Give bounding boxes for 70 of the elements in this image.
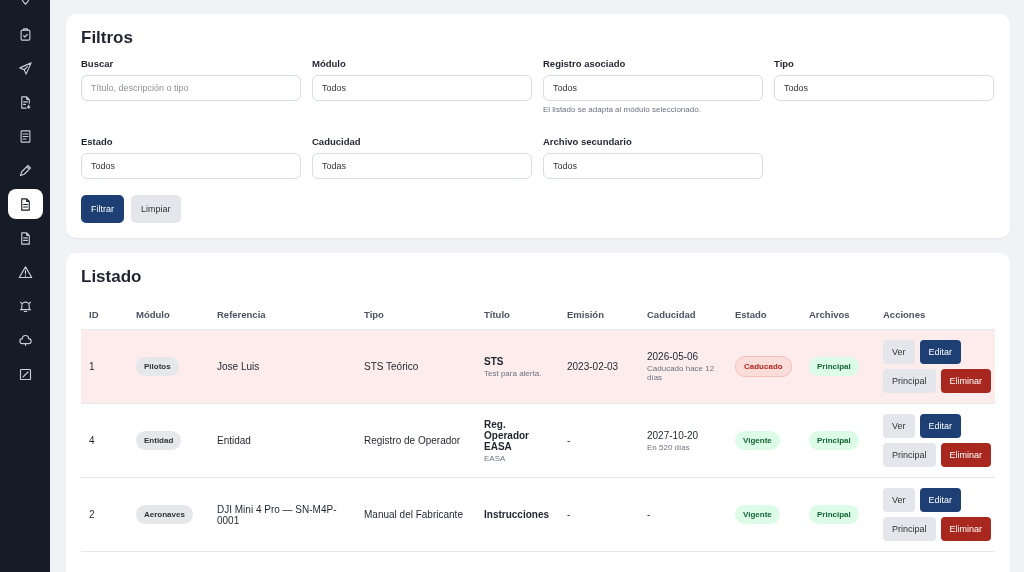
table-cell: 1 <box>81 330 128 404</box>
action-button[interactable]: Principal <box>883 443 936 467</box>
delete-button[interactable]: Eliminar <box>940 517 992 541</box>
select-field[interactable]: Todas <box>312 153 532 179</box>
action-button[interactable]: Ver <box>883 340 915 364</box>
cloud-icon <box>17 332 33 348</box>
document-subtitle: EASA <box>484 453 506 463</box>
select-field[interactable]: Todos <box>312 75 532 101</box>
bell-icon <box>17 298 33 314</box>
table-cell: Manual del Fabricante <box>356 478 476 552</box>
select-field[interactable]: Todos <box>774 75 994 101</box>
delete-button[interactable]: Eliminar <box>940 443 992 467</box>
edit-button[interactable]: Editar <box>919 340 962 364</box>
table-cell: STS Teórico <box>356 330 476 404</box>
field-label: Estado <box>81 136 114 147</box>
status-tag: Vigente <box>735 505 780 524</box>
document-lines-icon <box>17 128 33 144</box>
file-tag: Principal <box>809 505 859 524</box>
expiry-date: 2027-10-20 <box>647 429 699 441</box>
table-cell: - <box>559 478 639 552</box>
field-label: Módulo <box>312 58 347 69</box>
select-field[interactable]: Todos <box>543 75 763 101</box>
delete-button[interactable]: Eliminar <box>940 369 992 393</box>
filter-button[interactable]: Filtrar <box>81 195 124 223</box>
field-hint: El listado se adapta al módulo seleccionado. <box>543 105 702 114</box>
file-tag: Principal <box>809 357 859 376</box>
field-label: Archivo secundario <box>543 136 633 147</box>
table-cell: 2 <box>81 478 128 552</box>
expiry-date: - <box>647 509 651 520</box>
document-title: Reg. Operador EASA <box>484 418 530 452</box>
document-title: STS <box>484 355 504 367</box>
table-cell: - <box>559 404 639 478</box>
table-cell: Entidad <box>209 404 356 478</box>
select-field[interactable]: Todos <box>81 153 301 179</box>
table-cell: Registro de Operador <box>356 404 476 478</box>
action-button[interactable]: Principal <box>883 517 936 541</box>
field-label: Caducidad <box>312 136 362 147</box>
table-cell: 4 <box>81 404 128 478</box>
warning-icon <box>17 264 33 280</box>
expiry-date: 2026-05-06 <box>647 351 699 362</box>
edit-button[interactable]: Editar <box>919 488 962 512</box>
table-cell: Jose Luis <box>209 330 356 404</box>
module-tag: Aeronaves <box>136 505 193 524</box>
document-title: Instrucciones <box>484 509 550 520</box>
table-cell: 2023-02-03 <box>559 330 639 404</box>
square-slash-icon <box>17 366 33 382</box>
field-label: Buscar <box>81 58 115 69</box>
expiry-note: Caducado hace 12 días <box>647 364 716 382</box>
action-button[interactable]: Ver <box>883 488 915 512</box>
action-button[interactable]: Principal <box>883 369 936 393</box>
module-tag: Pilotos <box>136 357 179 376</box>
document-subtitle: Test para alerta. <box>484 368 542 378</box>
clear-button[interactable]: Limpiar <box>131 195 181 223</box>
table-cell: DJI Mini 4 Pro — SN-M4P-0001 <box>209 478 356 552</box>
edit-button[interactable]: Editar <box>919 414 962 438</box>
expiry-note: En 520 días <box>647 442 690 452</box>
card-title: Listado <box>81 267 143 287</box>
card-title: Filtros <box>81 28 134 48</box>
action-button[interactable]: Ver <box>883 414 915 438</box>
clipboard-check-icon <box>17 26 33 42</box>
pencil-icon <box>17 162 33 178</box>
paper-plane-icon <box>17 60 33 76</box>
module-tag: Entidad <box>136 431 182 450</box>
status-tag: Vigente <box>735 431 780 450</box>
field-label: Tipo <box>774 58 795 69</box>
status-tag: Caducado <box>735 356 792 377</box>
select-field[interactable]: Todos <box>543 153 763 179</box>
file-tag: Principal <box>809 431 859 450</box>
sidebar-item[interactable] <box>7 189 43 219</box>
field-label: Registro asociado <box>543 58 627 69</box>
